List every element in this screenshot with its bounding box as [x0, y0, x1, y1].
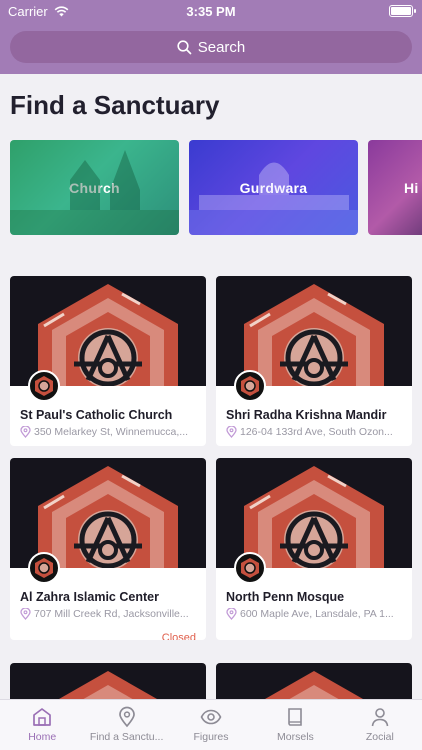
- place-card[interactable]: St Paul's Catholic Church 350 Melarkey S…: [10, 276, 206, 446]
- tab-zocial[interactable]: Zocial: [338, 700, 422, 750]
- person-icon: [371, 708, 389, 727]
- category-card-gurdwara[interactable]: Gurdwara: [189, 140, 358, 235]
- place-image: [216, 663, 412, 703]
- place-name: Shri Radha Krishna Mandir: [226, 408, 387, 422]
- place-card[interactable]: Al Zahra Islamic Center 707 Mill Creek R…: [10, 458, 206, 640]
- location-pin-icon: [226, 608, 237, 620]
- search-bar[interactable]: Search: [10, 31, 412, 63]
- eye-icon: [200, 709, 222, 725]
- tab-bar: Home Find a Sanctu... Figures Morsels Zo…: [0, 699, 422, 750]
- home-icon: [33, 708, 52, 726]
- tab-figures[interactable]: Figures: [169, 700, 253, 750]
- tab-find-sanctuary[interactable]: Find a Sanctu...: [84, 700, 168, 750]
- place-name: Al Zahra Islamic Center: [20, 590, 159, 604]
- status-bar: Carrier 3:35 PM: [0, 0, 422, 24]
- church-image: [10, 150, 179, 235]
- battery-icon: [389, 5, 416, 17]
- page-title: Find a Sanctuary: [10, 90, 220, 120]
- place-address: 350 Melarkey St, Winnemucca,...: [20, 426, 206, 438]
- closed-status: Closed: [161, 632, 196, 640]
- place-logo: [234, 552, 266, 584]
- place-card[interactable]: North Penn Mosque 600 Maple Ave, Lansdal…: [216, 458, 412, 640]
- place-card[interactable]: [216, 663, 412, 703]
- tab-morsels[interactable]: Morsels: [253, 700, 337, 750]
- place-name: St Paul's Catholic Church: [20, 408, 173, 422]
- location-pin-icon: [20, 426, 31, 438]
- location-pin-icon: [226, 426, 237, 438]
- category-carousel[interactable]: Church Gurdwara Hi: [10, 140, 422, 236]
- category-label: Hi: [404, 179, 419, 196]
- place-address: 600 Maple Ave, Lansdale, PA 1...: [226, 608, 412, 620]
- place-name: North Penn Mosque: [226, 590, 345, 604]
- place-address: 707 Mill Creek Rd, Jacksonville...: [20, 608, 206, 620]
- tab-home[interactable]: Home: [0, 700, 84, 750]
- place-logo: [28, 552, 60, 584]
- category-card-church[interactable]: Church: [10, 140, 179, 235]
- search-label: Search: [197, 38, 246, 56]
- gurdwara-image: [189, 162, 358, 235]
- header: Carrier 3:35 PM Search: [0, 0, 422, 74]
- place-card[interactable]: [10, 663, 206, 703]
- place-image: [10, 663, 206, 703]
- category-card-partial[interactable]: Hi: [368, 140, 422, 235]
- place-address: 126-04 133rd Ave, South Ozon...: [226, 426, 412, 438]
- search-icon: [177, 39, 192, 54]
- place-card[interactable]: Shri Radha Krishna Mandir 126-04 133rd A…: [216, 276, 412, 446]
- location-pin-icon: [118, 706, 135, 728]
- place-logo: [28, 370, 60, 402]
- book-icon: [288, 708, 303, 726]
- location-pin-icon: [20, 608, 31, 620]
- place-logo: [234, 370, 266, 402]
- clock: 3:35 PM: [186, 4, 236, 19]
